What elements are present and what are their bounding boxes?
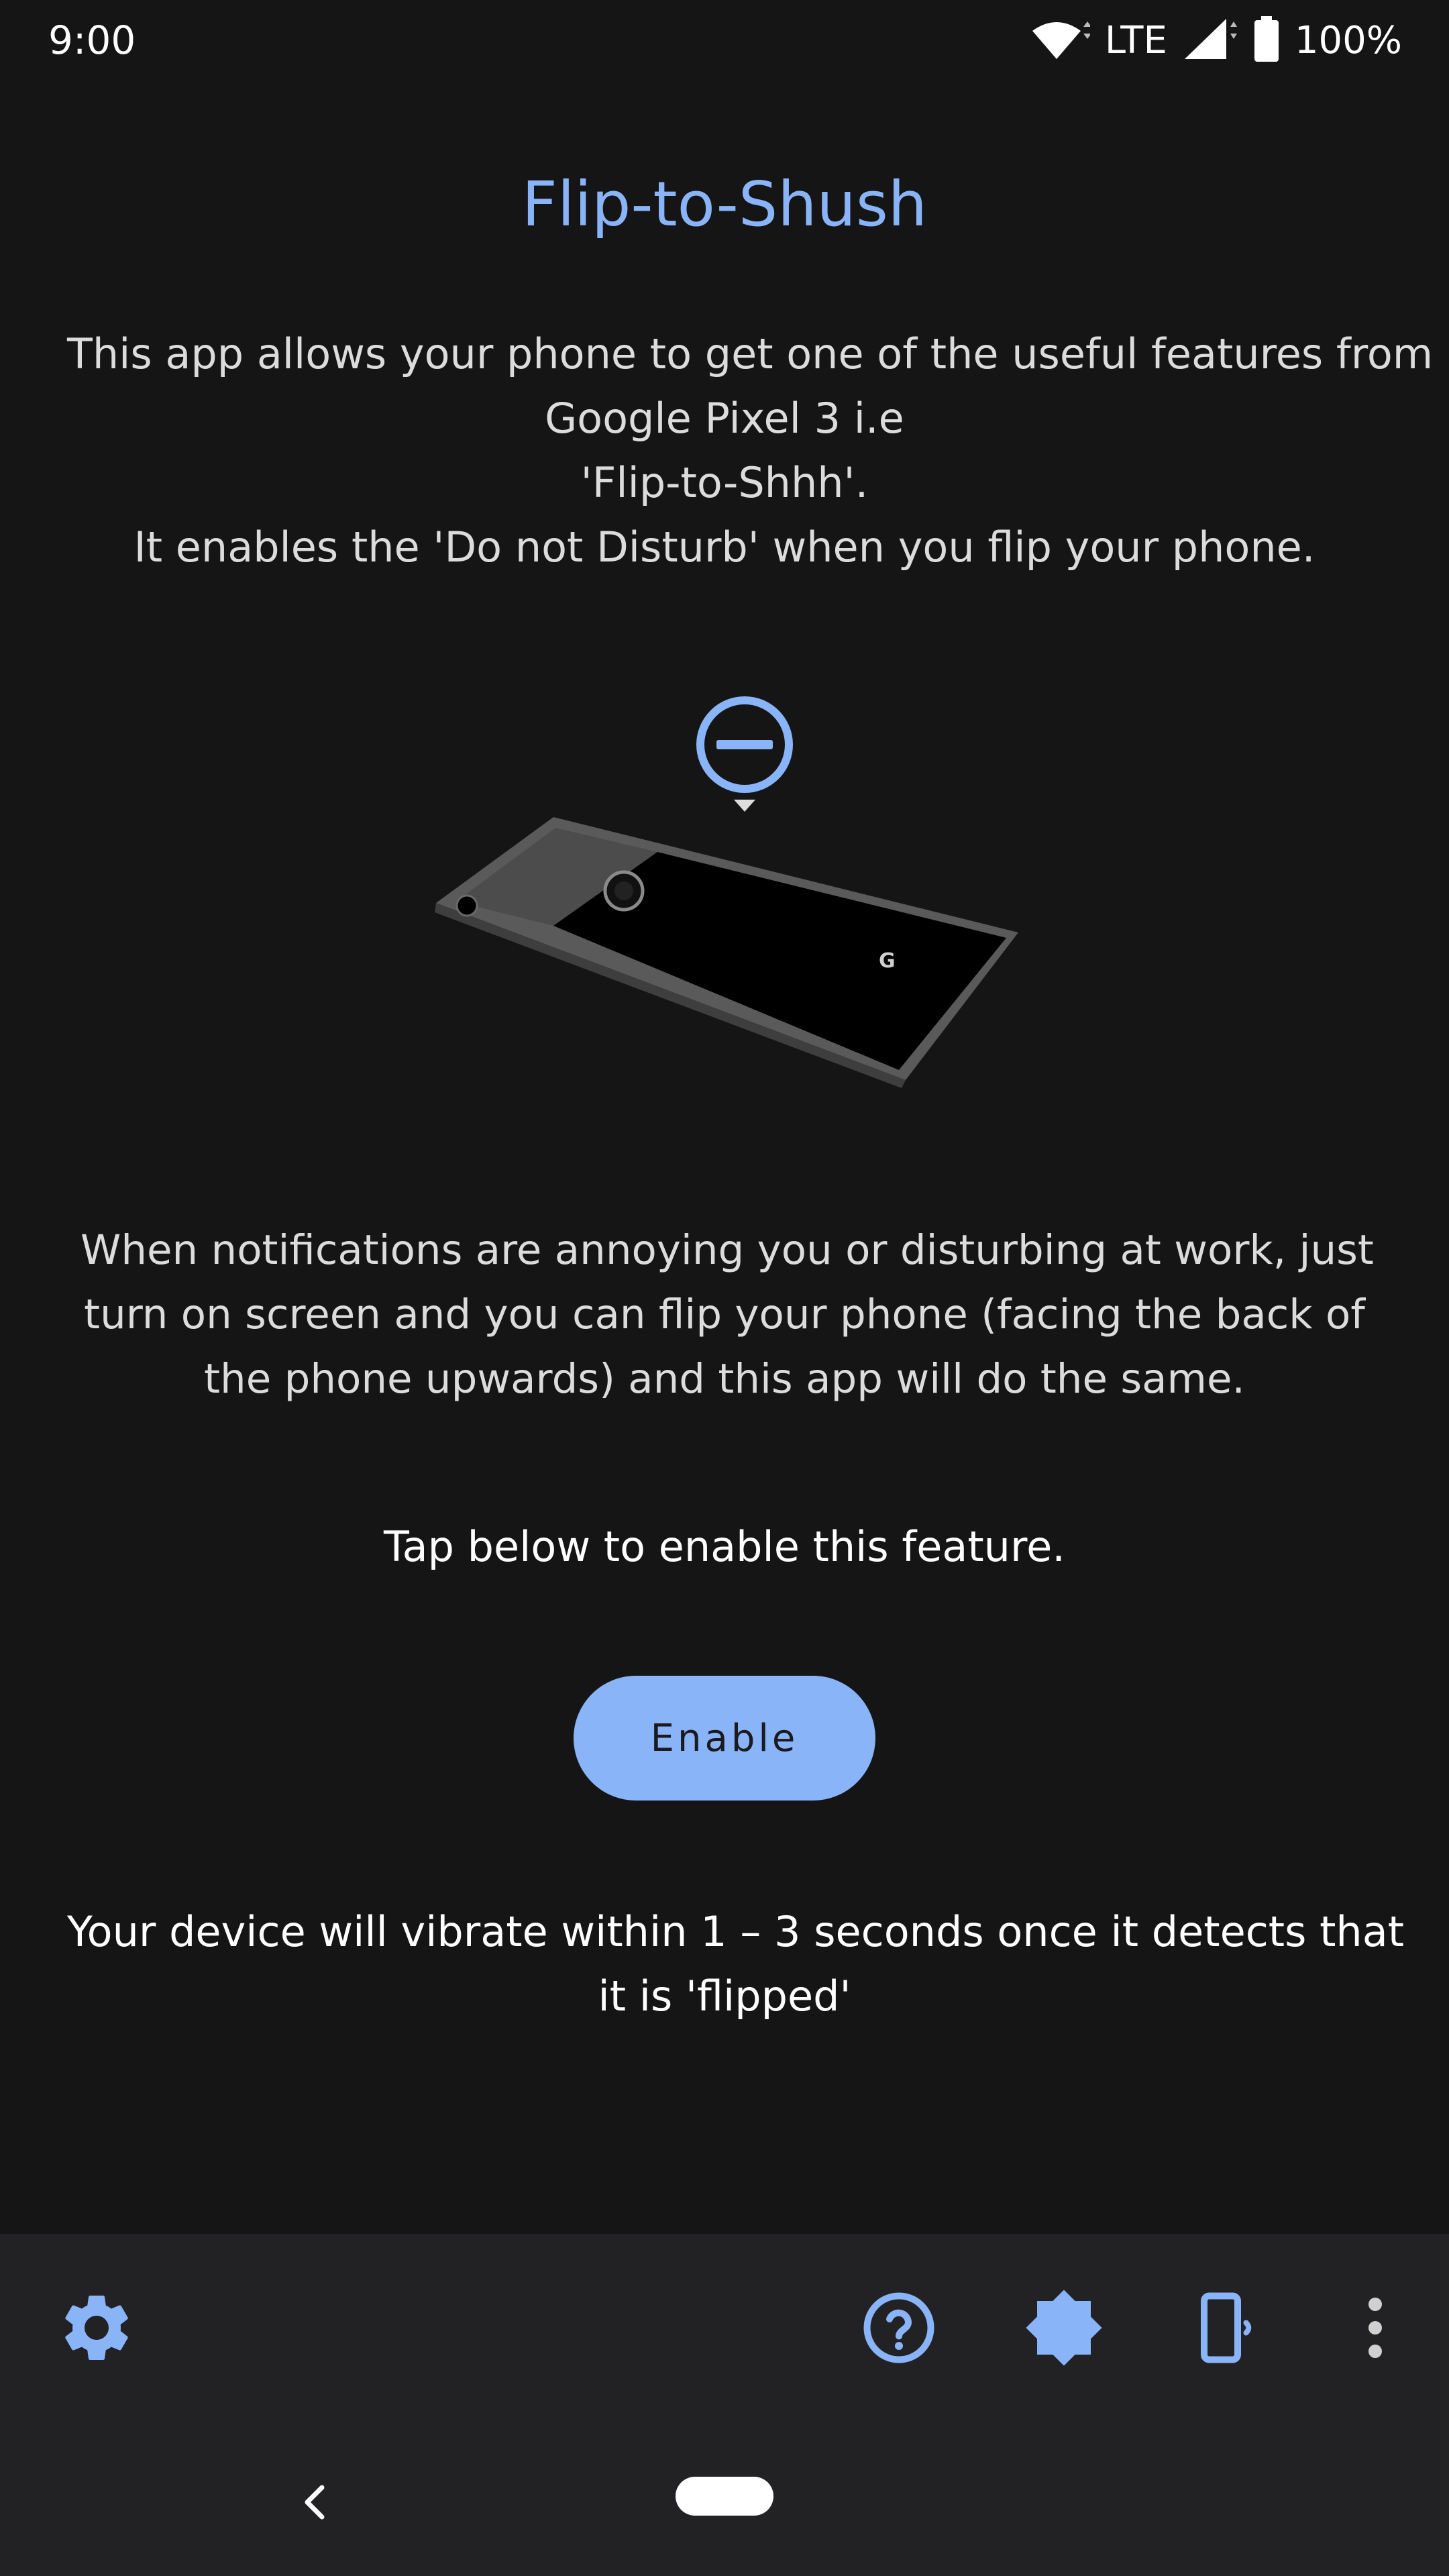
- home-pill-icon[interactable]: [676, 2477, 773, 2516]
- vibrate-note: Your device will vibrate within 1 – 3 se…: [67, 1900, 1405, 2029]
- note-line: Your device will vibrate within 1 – 3 se…: [67, 1907, 1405, 1956]
- intro-line: It enables the 'Do not Disturb' when you…: [133, 523, 1316, 572]
- system-navigation-bar: [0, 2422, 1449, 2576]
- signal-icon: [1182, 17, 1238, 63]
- theme-icon[interactable]: [1024, 2288, 1104, 2368]
- network-type: LTE: [1104, 18, 1167, 62]
- note-line: it is 'flipped': [598, 1972, 851, 2021]
- description-line: turn on screen and you can flip your pho…: [84, 1291, 1365, 1338]
- settings-icon[interactable]: [56, 2288, 137, 2368]
- bottom-app-bar: [0, 2234, 1449, 2422]
- more-vert-icon[interactable]: [1335, 2288, 1415, 2368]
- status-time: 9:00: [48, 17, 136, 63]
- battery-percent: 100%: [1294, 18, 1402, 62]
- svg-text:G: G: [879, 949, 896, 973]
- do-not-disturb-icon: [696, 696, 793, 812]
- description-line: the phone upwards) and this app will do …: [204, 1355, 1245, 1403]
- back-icon[interactable]: [282, 2469, 349, 2536]
- battery-icon: [1253, 16, 1280, 64]
- tap-instruction: Tap below to enable this feature.: [384, 1522, 1065, 1571]
- wifi-icon: [1030, 17, 1091, 63]
- enable-button[interactable]: Enable: [574, 1676, 875, 1801]
- description-text: When notifications are annoying you or d…: [80, 1218, 1374, 1411]
- intro-text: This app allows your phone to get one of…: [67, 322, 1434, 580]
- help-icon[interactable]: [859, 2288, 939, 2368]
- status-bar: 9:00 LTE 100%: [0, 0, 1449, 80]
- phone-flip-illustration: G: [416, 678, 1033, 1093]
- intro-line: 'Flip-to-Shhh'.: [580, 458, 869, 507]
- page-title: Flip-to-Shush: [521, 168, 928, 240]
- description-line: When notifications are annoying you or d…: [80, 1226, 1374, 1274]
- intro-line: Google Pixel 3 i.e: [545, 394, 904, 443]
- intro-line: This app allows your phone to get one of…: [67, 329, 1434, 378]
- vibrate-icon[interactable]: [1187, 2288, 1268, 2368]
- status-icons: LTE 100%: [1030, 13, 1402, 67]
- phone-facedown-illustration: G: [435, 817, 1018, 1088]
